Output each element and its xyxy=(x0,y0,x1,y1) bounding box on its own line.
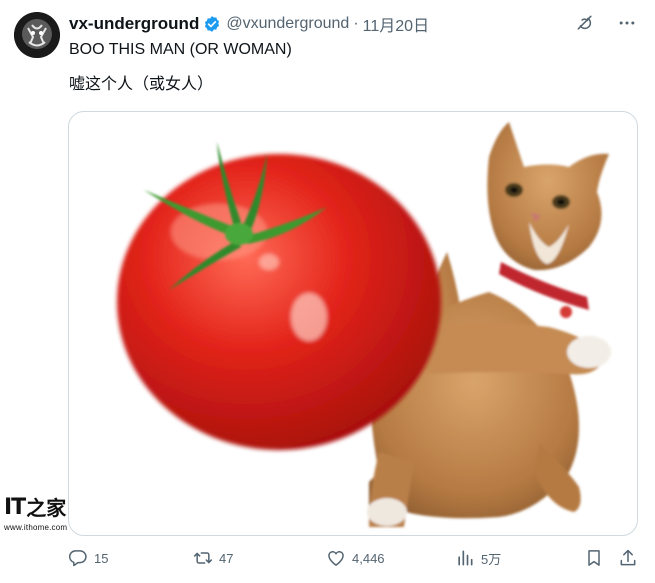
tweet-text-english: BOO THIS MAN (OR WOMAN) xyxy=(69,41,292,58)
ithome-logo: IT 之家 xyxy=(4,495,70,520)
tomato xyxy=(117,154,441,450)
ithome-logo-latin: IT xyxy=(4,495,26,520)
bookmark-icon xyxy=(584,548,604,568)
tweet-date[interactable]: 11月20日 xyxy=(363,12,429,36)
reply-count: 15 xyxy=(94,550,109,566)
tweet-action-bar: 15 47 4,446 5万 xyxy=(66,548,646,572)
bookmark-button[interactable] xyxy=(584,548,604,568)
tweet-media[interactable] xyxy=(68,111,638,536)
avatar[interactable] xyxy=(14,12,60,58)
grok-icon[interactable] xyxy=(575,13,595,33)
reply-icon xyxy=(68,548,88,568)
handle[interactable]: @vxunderground xyxy=(226,15,349,33)
like-button[interactable]: 4,446 xyxy=(326,548,385,568)
display-name[interactable]: vx-underground xyxy=(69,14,199,34)
views-icon xyxy=(455,548,475,568)
retweet-count: 47 xyxy=(219,550,234,566)
ithome-url: www.ithome.com xyxy=(4,523,68,532)
cat-throwing-tomato-image xyxy=(117,122,611,527)
tweet-header: vx-underground @vxunderground · 11月20日 xyxy=(69,13,429,35)
tweet-text-chinese: 嘘这个人（或女人） xyxy=(69,74,214,93)
views-count: 5万 xyxy=(481,551,502,567)
like-count: 4,446 xyxy=(352,550,385,566)
views-button[interactable]: 5万 xyxy=(455,548,501,568)
ithome-logo-cjk: 之家 xyxy=(26,496,67,520)
avatar-image xyxy=(14,12,60,58)
ithome-watermark: IT 之家 www.ithome.com xyxy=(4,497,70,537)
retweet-button[interactable]: 47 xyxy=(193,548,233,568)
verified-badge-icon xyxy=(203,15,221,33)
more-icon[interactable] xyxy=(617,13,637,33)
separator-dot: · xyxy=(353,15,359,32)
share-icon xyxy=(618,548,638,568)
retweet-icon xyxy=(193,548,213,568)
tweet-top-actions xyxy=(575,13,637,33)
share-button[interactable] xyxy=(618,548,638,568)
heart-icon xyxy=(326,548,346,568)
reply-button[interactable]: 15 xyxy=(68,548,108,568)
